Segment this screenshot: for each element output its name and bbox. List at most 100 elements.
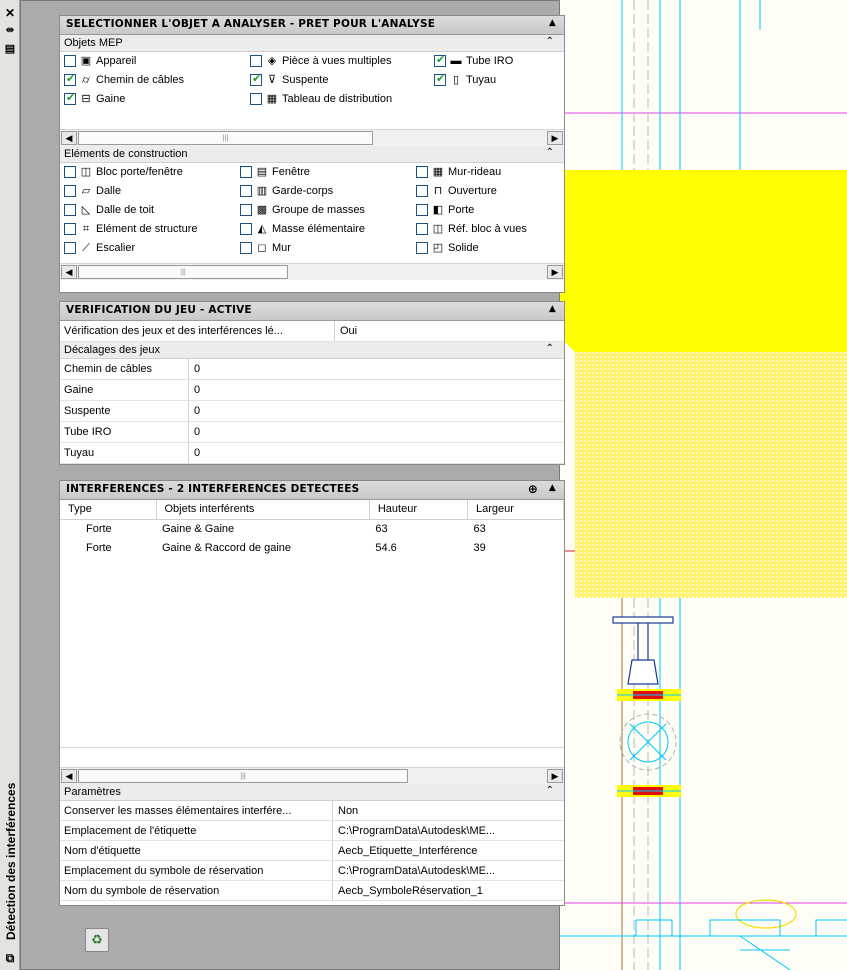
clearance-panel-header[interactable]: VERIFICATION DU JEU - ACTIVE ▲ xyxy=(60,302,564,321)
table-row[interactable]: Forte Gaine & Gaine 63 63 xyxy=(60,519,564,538)
parameters-header[interactable]: Paramètres ⌃ xyxy=(60,784,564,801)
checkbox[interactable] xyxy=(64,166,76,178)
scroll-right-icon[interactable]: ▶ xyxy=(547,131,563,145)
parameter-value[interactable]: Aecb_Etiquette_Interférence xyxy=(338,845,560,857)
checkbox[interactable] xyxy=(416,223,428,235)
checkbox-item[interactable]: ▦ Mur-rideau xyxy=(416,163,501,181)
checkbox-item[interactable]: ⊓ Ouverture xyxy=(416,182,497,200)
checkbox-item[interactable]: ▱ Dalle xyxy=(64,182,121,200)
parameter-value[interactable]: C:\ProgramData\Autodesk\ME... xyxy=(338,825,560,837)
checkbox-item[interactable]: ◻ Mur xyxy=(240,239,291,257)
mep-objects-header[interactable]: Objets MEP ⌃ xyxy=(60,35,564,52)
checkbox[interactable] xyxy=(240,166,252,178)
parameter-row[interactable]: Nom du symbole de réservation Aecb_Symbol… xyxy=(60,881,564,901)
clash-marker-1[interactable] xyxy=(617,689,681,701)
valve-symbol[interactable] xyxy=(619,713,677,771)
checkbox[interactable] xyxy=(64,242,76,254)
scroll-thumb[interactable] xyxy=(78,769,408,783)
checkbox[interactable] xyxy=(416,204,428,216)
parameter-value[interactable]: C:\ProgramData\Autodesk\ME... xyxy=(338,865,560,877)
scroll-left-icon[interactable]: ◀ xyxy=(61,265,77,279)
checkbox[interactable] xyxy=(416,185,428,197)
interferences-panel-header[interactable]: INTERFERENCES - 2 INTERFERENCES DETECTEE… xyxy=(60,481,564,500)
parameter-value[interactable]: Non xyxy=(338,805,560,817)
checkbox-item[interactable]: ⟋ Escalier xyxy=(64,239,135,257)
construction-horizontal-scrollbar[interactable]: ◀ ▶ xyxy=(60,263,564,280)
checkbox-item[interactable]: ◰ Solide xyxy=(416,239,479,257)
clash-marker-2[interactable] xyxy=(617,785,681,797)
parameter-row[interactable]: Conserver les masses élémentaires interf… xyxy=(60,801,564,821)
close-icon[interactable]: ✕ xyxy=(3,6,17,20)
checkbox-item[interactable]: ◈ Pièce à vues multiples xyxy=(250,52,391,70)
column-header-type[interactable]: Type xyxy=(60,500,157,520)
checkbox-item[interactable]: ◫ Bloc porte/fenêtre xyxy=(64,163,183,181)
clearance-offset-row[interactable]: Chemin de câbles 0 xyxy=(60,359,564,380)
interference-zone-solid[interactable] xyxy=(560,170,847,352)
checkbox[interactable] xyxy=(416,166,428,178)
checkbox[interactable] xyxy=(240,185,252,197)
checkbox[interactable] xyxy=(434,72,446,86)
scroll-left-icon[interactable]: ◀ xyxy=(61,769,77,783)
checkbox[interactable] xyxy=(64,55,76,67)
clearance-offset-row[interactable]: Gaine 0 xyxy=(60,380,564,401)
checkbox-item[interactable]: ◫ Réf. bloc à vues xyxy=(416,220,527,238)
parameter-row[interactable]: Nom d'étiquette Aecb_Etiquette_Interféren… xyxy=(60,841,564,861)
run-interference-detection-button[interactable]: ♻ xyxy=(85,928,109,952)
clearance-offset-row[interactable]: Suspente 0 xyxy=(60,401,564,422)
checkbox-item[interactable]: ▬ Tube IRO xyxy=(434,52,513,70)
scroll-left-icon[interactable]: ◀ xyxy=(61,131,77,145)
offset-value[interactable]: 0 xyxy=(194,405,200,417)
checkbox-item[interactable]: ◺ Dalle de toit xyxy=(64,201,154,219)
checkbox[interactable] xyxy=(64,185,76,197)
checkbox-item[interactable]: ▯ Tuyau xyxy=(434,71,496,89)
parameter-row[interactable]: Emplacement du symbole de réservation C:\… xyxy=(60,861,564,881)
palette-icon[interactable]: ⧉ xyxy=(3,951,17,965)
checkbox[interactable] xyxy=(240,223,252,235)
chevron-up-icon[interactable]: ⌃ xyxy=(546,785,554,796)
checkbox-item[interactable]: ◧ Porte xyxy=(416,201,474,219)
checkbox-item[interactable]: ▣ Appareil xyxy=(64,52,136,70)
offset-value[interactable]: 0 xyxy=(194,447,200,459)
checkbox[interactable] xyxy=(240,204,252,216)
checkbox[interactable] xyxy=(64,223,76,235)
checkbox[interactable] xyxy=(240,242,252,254)
scroll-right-icon[interactable]: ▶ xyxy=(547,265,563,279)
checkbox[interactable] xyxy=(64,91,76,105)
checkbox[interactable] xyxy=(64,204,76,216)
scroll-thumb[interactable] xyxy=(78,265,288,279)
chevron-up-icon[interactable]: ⌃ xyxy=(546,343,554,354)
clearance-offset-row[interactable]: Tuyau 0 xyxy=(60,443,564,464)
construction-elements-header[interactable]: Eléments de construction ⌃ xyxy=(60,146,564,163)
checkbox-item[interactable]: ⌭ Chemin de câbles xyxy=(64,71,184,89)
checkbox-item[interactable]: ⊽ Suspente xyxy=(250,71,328,89)
scroll-right-icon[interactable]: ▶ xyxy=(547,769,563,783)
column-header-height[interactable]: Hauteur xyxy=(369,500,468,520)
checkbox-item[interactable]: ⌗ Elément de structure xyxy=(64,220,198,238)
chevron-up-icon[interactable]: ⌃ xyxy=(546,36,554,47)
checkbox[interactable] xyxy=(250,55,262,67)
autohide-icon[interactable]: ⇹ xyxy=(3,24,17,38)
mep-horizontal-scrollbar[interactable]: ◀ ▶ xyxy=(60,129,564,146)
parameter-row[interactable]: Emplacement de l'étiquette C:\ProgramData… xyxy=(60,821,564,841)
select-panel-header[interactable]: SELECTIONNER L'OBJET A ANALYSER - PRET P… xyxy=(60,16,564,35)
zoom-to-icon[interactable]: ⊕ xyxy=(528,482,538,496)
clearance-check-row[interactable]: Vérification des jeux et des interférenc… xyxy=(60,321,564,342)
clearance-offsets-header[interactable]: Décalages des jeux ⌃ xyxy=(60,342,564,359)
checkbox-item[interactable]: ▦ Tableau de distribution xyxy=(250,90,392,108)
checkbox[interactable] xyxy=(250,93,262,105)
checkbox-item[interactable]: ▩ Groupe de masses xyxy=(240,201,365,219)
checkbox-item[interactable]: ▤ Fenêtre xyxy=(240,163,310,181)
scroll-thumb[interactable] xyxy=(78,131,373,145)
checkbox[interactable] xyxy=(416,242,428,254)
column-header-objects[interactable]: Objets interférents xyxy=(156,500,370,520)
interference-zone-hatched[interactable] xyxy=(575,352,847,598)
checkbox[interactable] xyxy=(250,72,262,86)
offset-value[interactable]: 0 xyxy=(194,426,200,438)
parameter-value[interactable]: Aecb_SymboleRéservation_1 xyxy=(338,885,560,897)
offset-value[interactable]: 0 xyxy=(194,363,200,375)
checkbox[interactable] xyxy=(64,72,76,86)
checkbox-item[interactable]: ▥ Garde-corps xyxy=(240,182,333,200)
checkbox-item[interactable]: ⊟ Gaine xyxy=(64,90,125,108)
interferences-horizontal-scrollbar[interactable]: ◀ ▶ xyxy=(60,767,564,784)
offset-value[interactable]: 0 xyxy=(194,384,200,396)
